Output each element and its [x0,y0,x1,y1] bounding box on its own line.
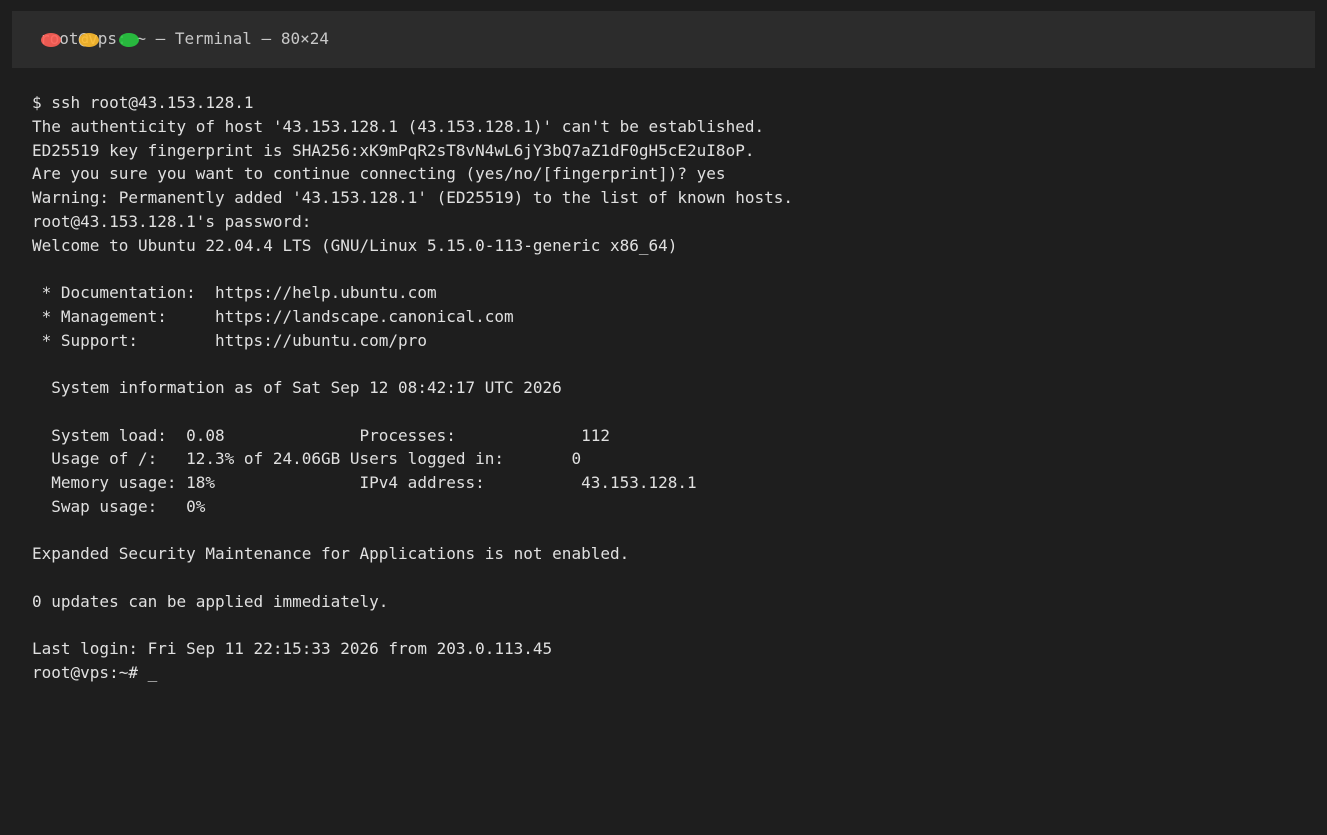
output-line: Usage of /: 12.3% of 24.06GB Users logge… [32,449,582,469]
terminal-output: $ ssh root@43.153.128.1 The authenticity … [32,91,793,685]
zoom-button[interactable] [119,33,139,47]
output-line: Expanded Security Maintenance for Applic… [32,544,630,564]
output-line: * Support: https://ubuntu.com/pro [32,330,427,350]
terminal-content[interactable]: $ ssh root@43.153.128.1 The authenticity … [0,68,1327,835]
output-line: Welcome to Ubuntu 22.04.4 LTS (GNU/Linux… [32,235,678,255]
output-line: ED25519 key fingerprint is SHA256:xK9mPq… [32,140,755,160]
terminal-window: root@vps: ~ — Terminal — 80×24 $ ssh roo… [0,0,1327,835]
output-line: $ ssh root@43.153.128.1 [32,93,254,112]
output-line: Warning: Permanently added '43.153.128.1… [32,188,793,207]
prompt-line[interactable]: root@vps:~# _ [32,661,793,685]
text-cursor: _ [147,663,158,682]
output-line: System load: 0.08 Processes: 112 [32,425,610,445]
output-line: System information as of Sat Sep 12 08:4… [32,378,562,397]
output-line: root@43.153.128.1's password: [32,211,312,231]
output-line: The authenticity of host '43.153.128.1 (… [32,116,765,136]
title-bar[interactable]: root@vps: ~ — Terminal — 80×24 [12,11,1315,68]
output-line: Swap usage: 0% [32,496,206,516]
output-line: Are you sure you want to continue connec… [32,164,726,184]
minimize-button[interactable] [79,33,99,47]
output-line: * Management: https://landscape.canonica… [32,306,514,326]
output-line: * Documentation: https://help.ubuntu.com [32,283,437,302]
output-line: 0 updates can be applied immediately. [32,591,389,611]
output-line: Memory usage: 18% IPv4 address: 43.153.1… [32,473,697,492]
close-button[interactable] [41,33,61,47]
shell-prompt: root@vps:~# [32,663,148,682]
output-line: Last login: Fri Sep 11 22:15:33 2026 fro… [32,639,553,659]
